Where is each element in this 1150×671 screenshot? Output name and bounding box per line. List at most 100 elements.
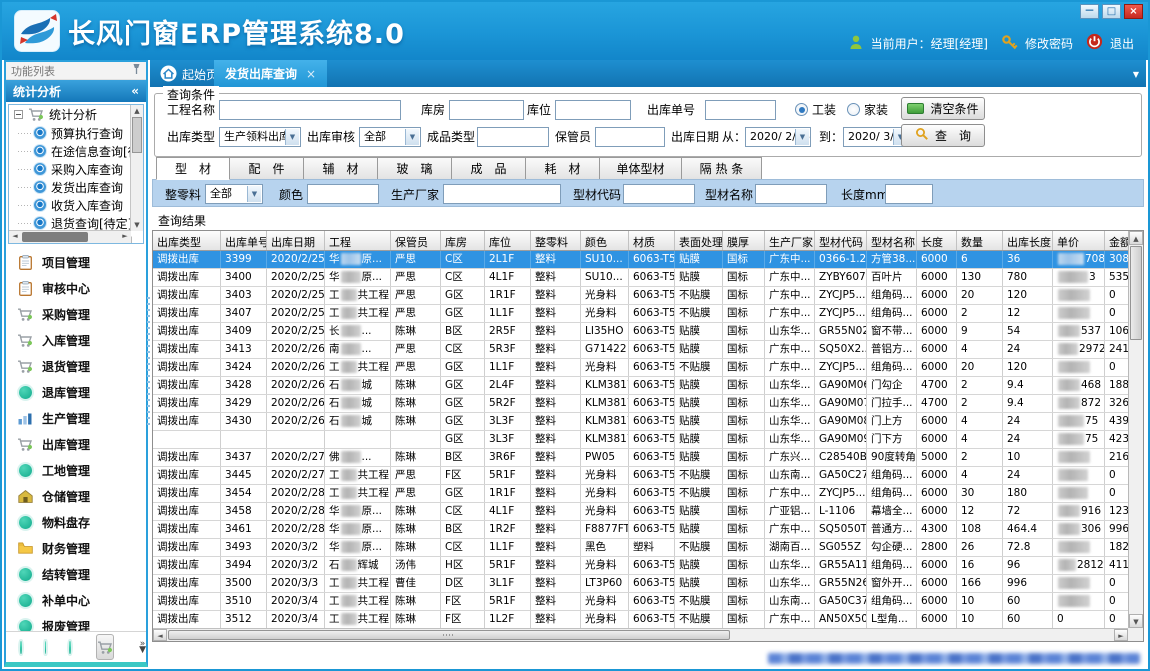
sidebar-menu-item[interactable]: 采购管理 [6,301,146,327]
vertical-scroll-thumb[interactable] [1130,246,1142,340]
section-header[interactable]: 统计分析 « [6,80,146,102]
outbound-audit-select[interactable]: 全部▼ [359,127,421,147]
collapsed-menu-item[interactable] [69,641,71,654]
tree-vertical-scrollbar[interactable]: ▲▼ [130,105,143,231]
scroll-right-icon[interactable]: ► [1114,629,1128,641]
sidebar-menu-item[interactable]: 报废管理 [6,613,146,631]
warehouse-input[interactable] [449,100,524,120]
table-row[interactable]: 调拨出库35102020/3/4工共工程陈琳F区5R1F整料光身料6063-T5… [153,593,1128,611]
sidebar-menu-item[interactable]: 审核中心 [6,275,146,301]
profile-code-input[interactable] [623,184,695,204]
tree-item[interactable]: 在途信息查询[待 [9,142,143,160]
sidebar-menu-item[interactable]: 入库管理 [6,327,146,353]
column-header[interactable]: 膜厚 [723,231,765,250]
table-row[interactable]: 调拨出库35122020/3/4工共工程陈琳F区1L2F整料光身料6063-T5… [153,611,1128,628]
sidebar-menu-item[interactable]: 补单中心 [6,587,146,613]
location-input[interactable] [555,100,631,120]
table-row[interactable]: 调拨出库35002020/3/3工共工程曹佳D区3L1F整料LT3P606063… [153,575,1128,593]
column-header[interactable]: 单价 [1053,231,1105,250]
table-row[interactable]: 调拨出库34582020/2/28华原...陈琳C区4L1F整料光身料6063-… [153,503,1128,521]
material-tab[interactable]: 玻 璃 [378,157,452,180]
profile-name-input[interactable] [755,184,827,204]
material-tab[interactable]: 耗 材 [526,157,600,180]
tree-item[interactable]: 发货出库查询 [9,178,143,196]
table-row[interactable]: 调拨出库34542020/2/28工共工程严思G区1R1F整料光身料6063-T… [153,485,1128,503]
tree-root-node[interactable]: 统计分析 [9,105,143,124]
key-icon[interactable] [1001,34,1018,53]
tree-item[interactable]: 收货入库查询 [9,196,143,214]
project-name-input[interactable] [219,100,401,120]
table-row[interactable]: 调拨出库34132020/2/26南...严思C区5R3F整料G71422606… [153,341,1128,359]
table-row[interactable]: 调拨出库34452020/2/27工共工程严思F区5R1F整料光身料6063-T… [153,467,1128,485]
material-tab[interactable]: 配 件 [230,157,304,180]
manufacturer-input[interactable] [443,184,561,204]
material-tab[interactable]: 辅 材 [304,157,378,180]
column-header[interactable]: 长度 [917,231,957,250]
sidebar-menu-item[interactable]: 仓储管理 [6,483,146,509]
column-header[interactable]: 工程 [325,231,391,250]
table-row[interactable]: 调拨出库34072020/2/25工共工程严思G区1L1F整料光身料6063-T… [153,305,1128,323]
sidebar-menu-item[interactable]: 财务管理 [6,535,146,561]
table-row[interactable]: 调拨出库34932020/3/2华原...陈琳C区1L1F整料黑色塑料不贴膜国标… [153,539,1128,557]
outbound-type-select[interactable]: 生产领料出库▼ [219,127,301,147]
sidebar-menu-item[interactable]: 项目管理 [6,249,146,275]
table-row[interactable]: 调拨出库34242020/2/26工共工程严思G区1L1F整料光身料6063-T… [153,359,1128,377]
collapsed-menu-item[interactable] [20,641,22,654]
horizontal-scroll-thumb[interactable] [168,630,730,640]
keeper-input[interactable] [595,127,665,147]
power-icon[interactable] [1086,33,1103,53]
column-header[interactable]: 金额 [1105,231,1128,250]
sidebar-menu-item[interactable]: 物料盘存 [6,509,146,535]
change-password-link[interactable]: 修改密码 [1025,35,1073,52]
horizontal-scrollbar[interactable]: ◄ ► [153,628,1128,641]
logout-link[interactable]: 退出 [1110,35,1134,52]
table-row[interactable]: 调拨出库34942020/3/2石辉城汤伟H区5R1F整料光身料6063-T5贴… [153,557,1128,575]
tree-item[interactable]: 采购入库查询 [9,160,143,178]
scroll-left-icon[interactable]: ◄ [153,629,167,641]
radio-jiazhuang[interactable]: 家装 [847,101,888,118]
collapse-icon[interactable]: « [131,84,139,98]
close-button[interactable]: × [1124,4,1143,19]
table-row[interactable]: 调拨出库34302020/2/26石城陈琳G区3L3F整料KLM38176063… [153,413,1128,431]
column-header[interactable]: 出库类型 [153,231,221,250]
scroll-down-icon[interactable]: ▼ [1129,614,1143,628]
sidebar-menu-item[interactable]: 出库管理 [6,431,146,457]
material-tab[interactable]: 单体型材 [600,157,682,180]
date-from-select[interactable]: 2020/ 2/16▼ [745,127,811,147]
sidebar-menu-item[interactable]: 退库管理 [6,379,146,405]
tree-expand-icon[interactable] [14,110,23,119]
whole-part-select[interactable]: 全部▼ [205,184,263,204]
column-header[interactable]: 出库单号 [221,231,267,250]
scroll-up-icon[interactable]: ▲ [1129,231,1143,245]
column-header[interactable]: 材质 [629,231,675,250]
table-row[interactable]: G区3L3F整料KLM38176063-T5贴膜国标山东华...GA90M09.… [153,431,1128,449]
column-header[interactable]: 库房 [441,231,485,250]
product-type-input[interactable] [477,127,549,147]
column-header[interactable]: 出库日期 [267,231,325,250]
column-header[interactable]: 表面处理 [675,231,723,250]
table-row[interactable]: 调拨出库34282020/2/26石城陈琳G区2L4F整料KLM38176063… [153,377,1128,395]
column-header[interactable]: 库位 [485,231,531,250]
column-header[interactable]: 型材名称 [867,231,917,250]
sidebar-menu-item[interactable]: 工地管理 [6,457,146,483]
color-input[interactable] [307,184,379,204]
table-row[interactable]: 调拨出库34612020/2/28华原...陈琳B区1R2F整料F8877FT6… [153,521,1128,539]
sidebar-menu-item[interactable]: 结转管理 [6,561,146,587]
column-header[interactable]: 生产厂家 [765,231,815,250]
column-header[interactable]: 数量 [957,231,1003,250]
tab-shipping-outbound-query[interactable]: 发货出库查询 × [214,60,327,87]
column-header[interactable]: 颜色 [581,231,629,250]
close-tab-icon[interactable]: × [306,67,316,81]
column-header[interactable]: 整零料 [531,231,581,250]
material-tab[interactable]: 隔 热 条 [682,157,762,180]
clear-conditions-button[interactable]: 清空条件 [901,97,985,120]
length-mm-input[interactable] [885,184,933,204]
table-row[interactable]: 调拨出库34032020/2/25工共工程严思G区1R1F整料光身料6063-T… [153,287,1128,305]
tab-list-dropdown-icon[interactable]: ▼ [1133,70,1139,79]
vertical-scrollbar[interactable]: ▲ ▼ [1128,231,1143,628]
material-tab[interactable]: 型 材 [156,157,230,180]
table-row[interactable]: 调拨出库34002020/2/25华原...严思C区4L1F整料SU10...6… [153,269,1128,287]
column-header[interactable]: 保管员 [391,231,441,250]
table-row[interactable]: 调拨出库34292020/2/26石城陈琳G区5R2F整料KLM38176063… [153,395,1128,413]
cart-button[interactable] [96,634,114,660]
